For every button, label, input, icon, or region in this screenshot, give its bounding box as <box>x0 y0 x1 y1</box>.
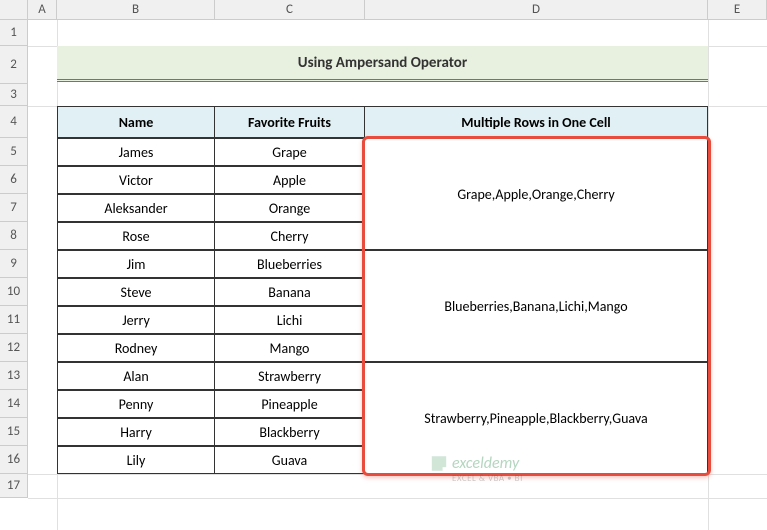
merged-cell[interactable]: Grape,Apple,Orange,Cherry <box>364 138 708 250</box>
cell-name[interactable]: Jim <box>57 250 215 278</box>
row-header-6[interactable]: 6 <box>0 166 28 194</box>
cell-fruit[interactable]: Blueberries <box>214 250 365 278</box>
col-header-D[interactable]: D <box>365 0 708 20</box>
cell-name[interactable]: Victor <box>57 166 215 194</box>
select-all-corner[interactable] <box>0 0 28 20</box>
header-merged[interactable]: Multiple Rows in One Cell <box>364 106 708 138</box>
col-header-B[interactable]: B <box>57 0 215 20</box>
col-header-E[interactable]: E <box>708 0 767 20</box>
row-header-12[interactable]: 12 <box>0 334 28 362</box>
row-header-16[interactable]: 16 <box>0 446 28 474</box>
cell-fruit[interactable]: Strawberry <box>214 362 365 390</box>
header-fruits[interactable]: Favorite Fruits <box>214 106 365 138</box>
row-header-2[interactable]: 2 <box>0 46 28 84</box>
watermark-subtext: EXCEL & VBA • BI <box>452 473 523 484</box>
cell-name[interactable]: Aleksander <box>57 194 215 222</box>
cell-name[interactable]: Lily <box>57 446 215 474</box>
col-header-A[interactable]: A <box>28 0 57 20</box>
col-header-C[interactable]: C <box>215 0 365 20</box>
spreadsheet: A B C D E 1 2 3 4 5 6 7 8 9 10 11 12 13 … <box>0 0 767 530</box>
cell-fruit[interactable]: Grape <box>214 138 365 166</box>
merged-cell[interactable]: Strawberry,Pineapple,Blackberry,Guava <box>364 362 708 474</box>
row-header-8[interactable]: 8 <box>0 222 28 250</box>
row-header-4[interactable]: 4 <box>0 106 28 138</box>
cell-fruit[interactable]: Mango <box>214 334 365 362</box>
cell-name[interactable]: Penny <box>57 390 215 418</box>
cell-fruit[interactable]: Pineapple <box>214 390 365 418</box>
header-name[interactable]: Name <box>57 106 215 138</box>
cell-fruit[interactable]: Banana <box>214 278 365 306</box>
cell-name[interactable]: Harry <box>57 418 215 446</box>
row-header-3[interactable]: 3 <box>0 84 28 106</box>
merged-cell[interactable]: Blueberries,Banana,Lichi,Mango <box>364 250 708 362</box>
cell-name[interactable]: James <box>57 138 215 166</box>
cell-name[interactable]: Rodney <box>57 334 215 362</box>
watermark-icon <box>430 455 448 473</box>
cell-name[interactable]: Jerry <box>57 306 215 334</box>
cell-name[interactable]: Steve <box>57 278 215 306</box>
cell-name[interactable]: Rose <box>57 222 215 250</box>
cell-fruit[interactable]: Apple <box>214 166 365 194</box>
cell-fruit[interactable]: Orange <box>214 194 365 222</box>
row-header-11[interactable]: 11 <box>0 306 28 334</box>
row-header-15[interactable]: 15 <box>0 418 28 446</box>
cell-fruit[interactable]: Blackberry <box>214 418 365 446</box>
row-header-9[interactable]: 9 <box>0 250 28 278</box>
row-header-10[interactable]: 10 <box>0 278 28 306</box>
row-header-17[interactable]: 17 <box>0 474 28 498</box>
cell-fruit[interactable]: Cherry <box>214 222 365 250</box>
row-header-13[interactable]: 13 <box>0 362 28 390</box>
row-header-1[interactable]: 1 <box>0 20 28 46</box>
row-header-5[interactable]: 5 <box>0 138 28 166</box>
cell-fruit[interactable]: Guava <box>214 446 365 474</box>
row-header-14[interactable]: 14 <box>0 390 28 418</box>
watermark-text: exceldemy <box>452 454 519 473</box>
cell-name[interactable]: Alan <box>57 362 215 390</box>
cell-fruit[interactable]: Lichi <box>214 306 365 334</box>
title-cell[interactable]: Using Ampersand Operator <box>57 46 708 82</box>
watermark: exceldemy <box>430 454 519 473</box>
row-header-7[interactable]: 7 <box>0 194 28 222</box>
